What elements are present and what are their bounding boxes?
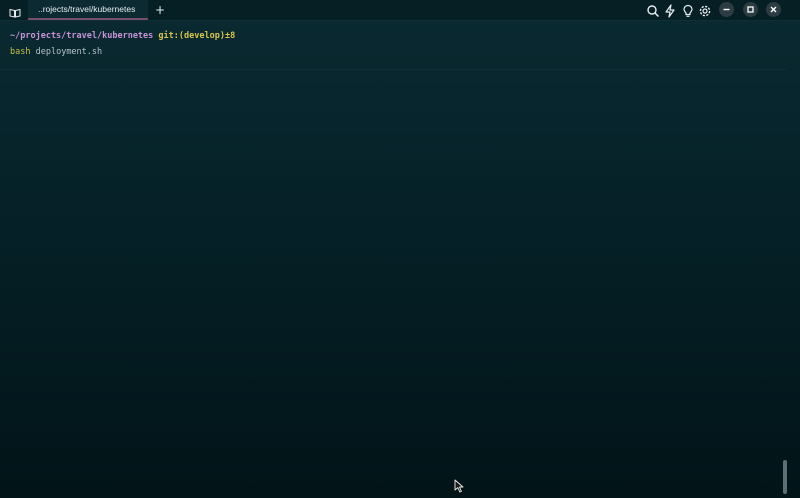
title-bar: ..rojects/travel/kubernetes + — [0, 0, 800, 21]
tab-kubernetes[interactable]: ..rojects/travel/kubernetes — [28, 0, 148, 20]
prompt-line: ~/projects/travel/kubernetes git:(develo… — [10, 31, 235, 41]
command-line: bash deployment.sh — [10, 47, 102, 57]
maximize-button[interactable] — [743, 2, 758, 17]
prompt-path: ~/projects/travel/kubernetes — [10, 31, 154, 41]
scrollbar[interactable] — [783, 460, 787, 494]
lightning-icon[interactable] — [663, 3, 677, 18]
terminal-window: ..rojects/travel/kubernetes + ~/projects… — [0, 0, 800, 498]
sidebar-toggle-icon[interactable] — [9, 4, 21, 18]
git-suffix: )±8 — [219, 31, 236, 41]
command-block[interactable]: ~/projects/travel/kubernetes git:(develo… — [0, 21, 786, 70]
search-icon[interactable] — [646, 3, 660, 18]
close-button[interactable] — [766, 2, 781, 17]
lightbulb-icon[interactable] — [681, 3, 695, 17]
mouse-cursor-icon — [454, 478, 466, 493]
git-status: git:(develop)±8 — [158, 31, 235, 41]
minimize-icon — [723, 8, 730, 11]
maximize-icon — [747, 6, 754, 13]
gear-icon[interactable] — [698, 3, 712, 17]
git-prefix: git:( — [158, 31, 185, 41]
new-tab-button[interactable]: + — [154, 3, 166, 17]
minimize-button[interactable] — [719, 2, 734, 17]
command-name: bash — [10, 47, 31, 57]
git-branch: develop — [184, 31, 220, 41]
tab-title: ..rojects/travel/kubernetes — [38, 4, 136, 14]
command-argument: deployment.sh — [35, 47, 103, 57]
close-icon — [770, 6, 777, 13]
